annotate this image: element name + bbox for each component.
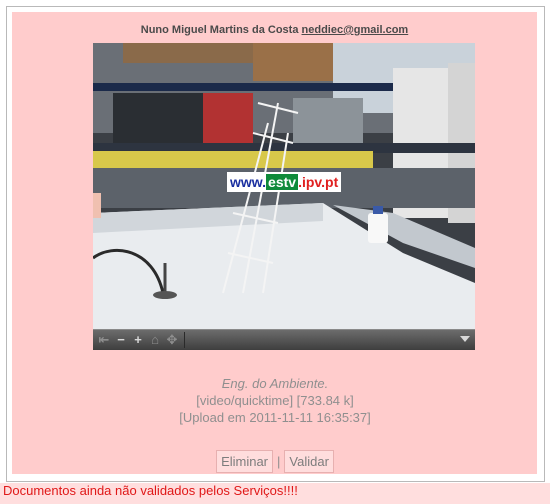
- validation-warning: Documentos ainda não validados pelos Ser…: [0, 483, 550, 504]
- action-bar: Eliminar | Validar: [0, 450, 550, 473]
- validate-button[interactable]: Validar: [284, 450, 334, 473]
- estv-logo: www. estv .ipv.pt: [227, 172, 342, 192]
- fullscreen-icon[interactable]: ✥: [165, 331, 179, 348]
- logo-estv: estv: [266, 174, 299, 190]
- delete-button[interactable]: Eliminar: [216, 450, 274, 473]
- control-divider: [184, 332, 185, 348]
- video-frame: [93, 43, 475, 350]
- menu-icon[interactable]: [460, 336, 470, 342]
- logo-suffix: .ipv.pt: [298, 174, 339, 190]
- author-email-link[interactable]: neddiec@gmail.com: [302, 24, 409, 36]
- upload-date: [Upload em 2011-11-11 16:35:37]: [179, 410, 371, 425]
- file-info: [video/quicktime] [733.84 k]: [196, 393, 354, 408]
- player-controls: ⇤ − + ⌂ ✥: [93, 329, 475, 350]
- logo-www: www.: [230, 174, 267, 190]
- previous-icon[interactable]: ⇤: [97, 331, 111, 348]
- home-icon[interactable]: ⌂: [148, 331, 162, 348]
- zoom-in-icon[interactable]: +: [131, 331, 145, 348]
- zoom-out-icon[interactable]: −: [114, 331, 128, 348]
- author-line: Nuno Miguel Martins da Costa neddiec@gma…: [12, 24, 537, 36]
- action-separator: |: [277, 454, 281, 469]
- author-name: Nuno Miguel Martins da Costa: [140, 24, 299, 36]
- video-player[interactable]: www. estv .ipv.pt ⇤ − + ⌂ ✥: [93, 43, 475, 350]
- course-name: Eng. do Ambiente.: [221, 376, 329, 391]
